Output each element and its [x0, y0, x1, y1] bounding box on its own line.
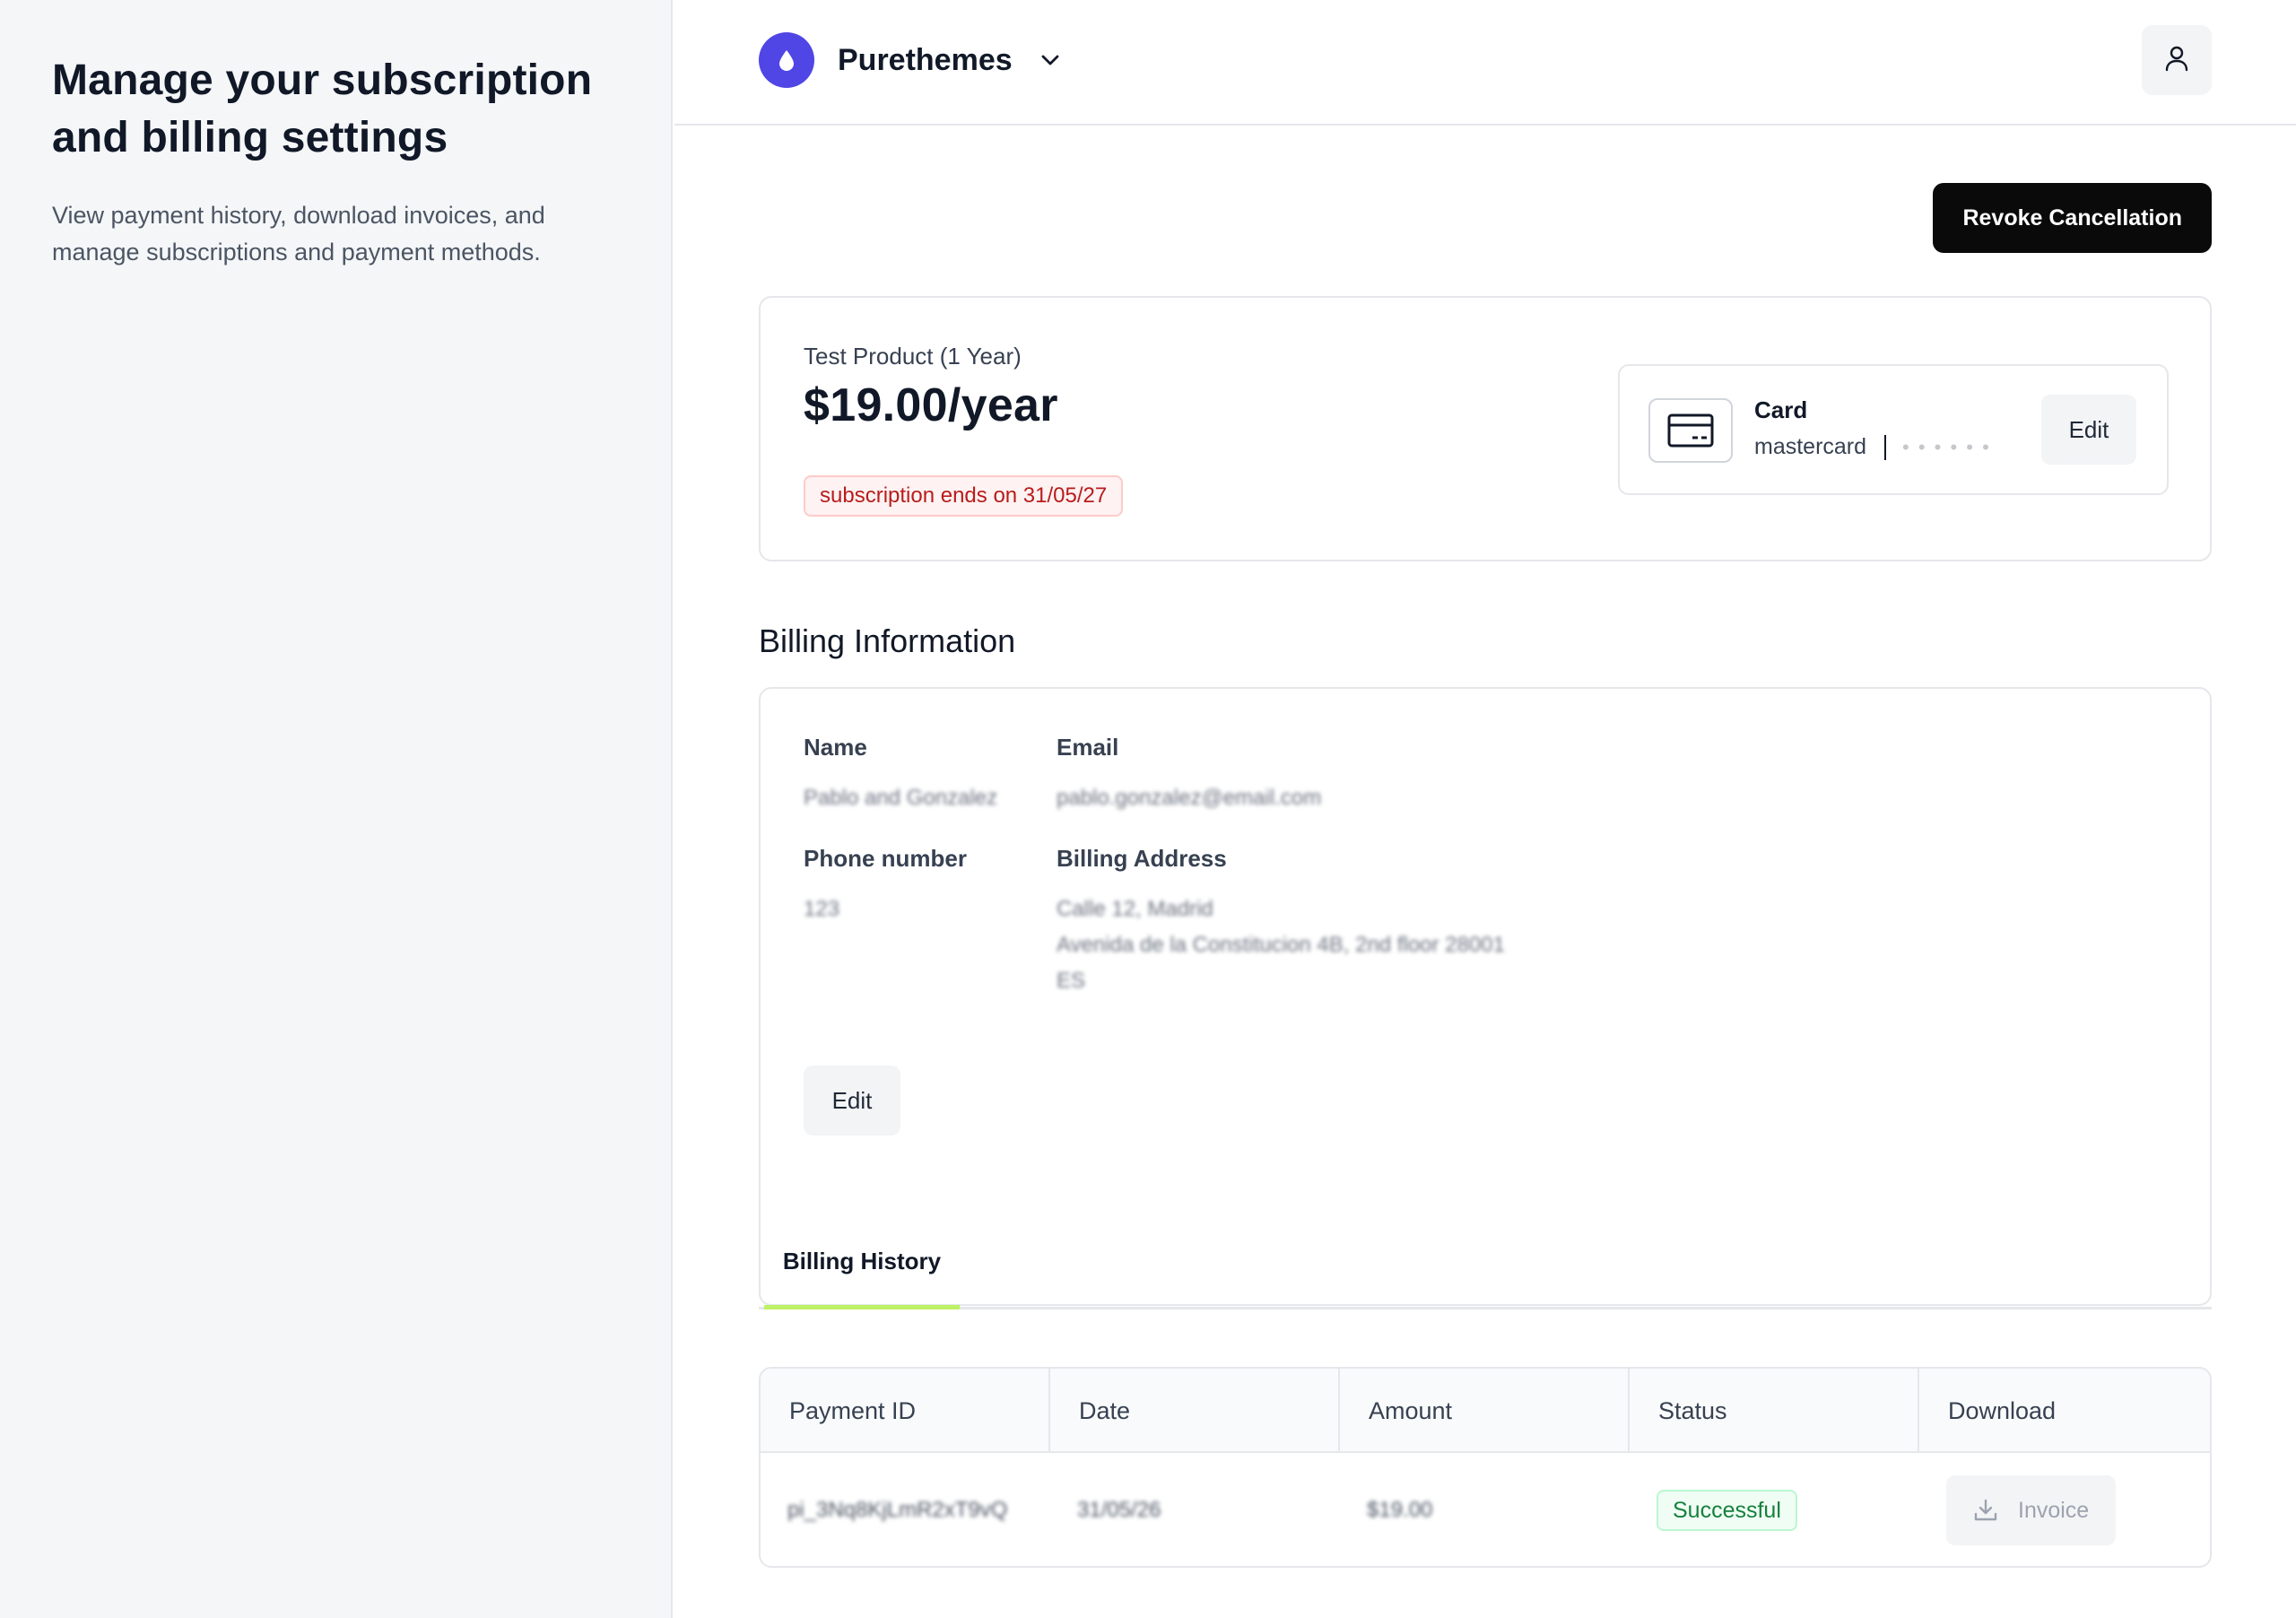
billing-information-heading: Billing Information: [759, 622, 1016, 659]
address-line-1: Calle 12, Madrid: [1057, 897, 1213, 921]
table-row: pi_3Nq8KjLmR2xT9vQ 31/05/26 $19.00 Succe…: [761, 1455, 2210, 1566]
credit-card-icon: [1648, 398, 1733, 463]
column-header-download: Download: [1948, 1396, 2057, 1424]
date-cell: 31/05/26: [1050, 1455, 1340, 1566]
payment-amount: $19.00: [1367, 1498, 1433, 1522]
billing-information-card: Name Pablo and Gonzalez Email pablo.gonz…: [759, 687, 2212, 1306]
droplet-icon: [759, 32, 814, 88]
address-line-3: ES: [1057, 969, 1086, 993]
tab-billing-history[interactable]: Billing History: [764, 1218, 960, 1309]
payment-id-cell: pi_3Nq8KjLmR2xT9vQ: [761, 1455, 1050, 1566]
email-label: Email: [1057, 734, 1119, 761]
card-brand: mastercard: [1754, 434, 1867, 459]
brand-switcher[interactable]: Purethemes: [759, 32, 1063, 88]
payment-date: 31/05/26: [1077, 1498, 1161, 1522]
phone-value: 123: [804, 897, 840, 921]
column-header-date: Date: [1050, 1369, 1340, 1453]
card-number-masked: • • • • • •: [1902, 435, 1991, 458]
user-icon: [2165, 45, 2188, 76]
download-icon: [1974, 1499, 1997, 1521]
brand-name: Purethemes: [838, 42, 1013, 77]
page-description: View payment history, download invoices,…: [52, 202, 545, 265]
chevron-down-icon[interactable]: [1038, 48, 1063, 73]
payment-id: pi_3Nq8KjLmR2xT9vQ: [787, 1498, 1008, 1522]
billing-address-label: Billing Address: [1057, 845, 1227, 872]
download-invoice-button[interactable]: Invoice: [1946, 1475, 2117, 1545]
top-header: Purethemes: [674, 0, 2296, 126]
separator: [1884, 434, 1887, 460]
column-header-payment-id: Payment ID: [761, 1369, 1050, 1453]
sidebar: Manage your subscription and billing set…: [0, 0, 673, 1618]
revoke-cancellation-button[interactable]: Revoke Cancellation: [1933, 183, 2212, 253]
edit-billing-info-button[interactable]: Edit: [804, 1066, 900, 1135]
subscription-card: Test Product (1 Year) $19.00/year subscr…: [759, 296, 2212, 561]
status-cell: Successful: [1630, 1455, 1919, 1566]
billing-history-table: Payment ID Date Amount Status Download p…: [759, 1367, 2212, 1568]
payment-method-title: Card: [1754, 396, 1808, 423]
page-heading: Manage your subscription and billing set…: [52, 57, 593, 161]
address-line-2: Avenida de la Constitucion 4B, 2nd floor…: [1057, 933, 1505, 957]
subscription-end-badge: subscription ends on 31/05/27: [804, 475, 1124, 517]
column-header-amount: Amount: [1340, 1369, 1630, 1453]
name-value: Pablo and Gonzalez: [804, 786, 998, 810]
subscription-price: $19.00/year: [804, 379, 1058, 431]
table-header: Payment ID Date Amount Status Download: [761, 1369, 2210, 1453]
payment-method-detail: mastercard • • • • • •: [1754, 434, 1991, 460]
download-cell: Invoice: [1919, 1455, 2209, 1566]
column-header-status: Status: [1630, 1369, 1919, 1453]
billing-tabs: Billing History: [759, 1218, 2212, 1309]
amount-cell: $19.00: [1340, 1455, 1630, 1566]
phone-label: Phone number: [804, 845, 968, 872]
payment-method-card: Card mastercard • • • • • • Edit: [1618, 364, 2169, 495]
name-label: Name: [804, 734, 867, 761]
user-menu-button[interactable]: [2142, 25, 2212, 95]
invoice-label: Invoice: [2018, 1497, 2090, 1523]
email-value: pablo.gonzalez@email.com: [1057, 786, 1322, 810]
product-name: Test Product (1 Year): [804, 343, 1022, 370]
edit-payment-method-button[interactable]: Edit: [2041, 395, 2136, 465]
status-badge: Successful: [1657, 1490, 1797, 1531]
